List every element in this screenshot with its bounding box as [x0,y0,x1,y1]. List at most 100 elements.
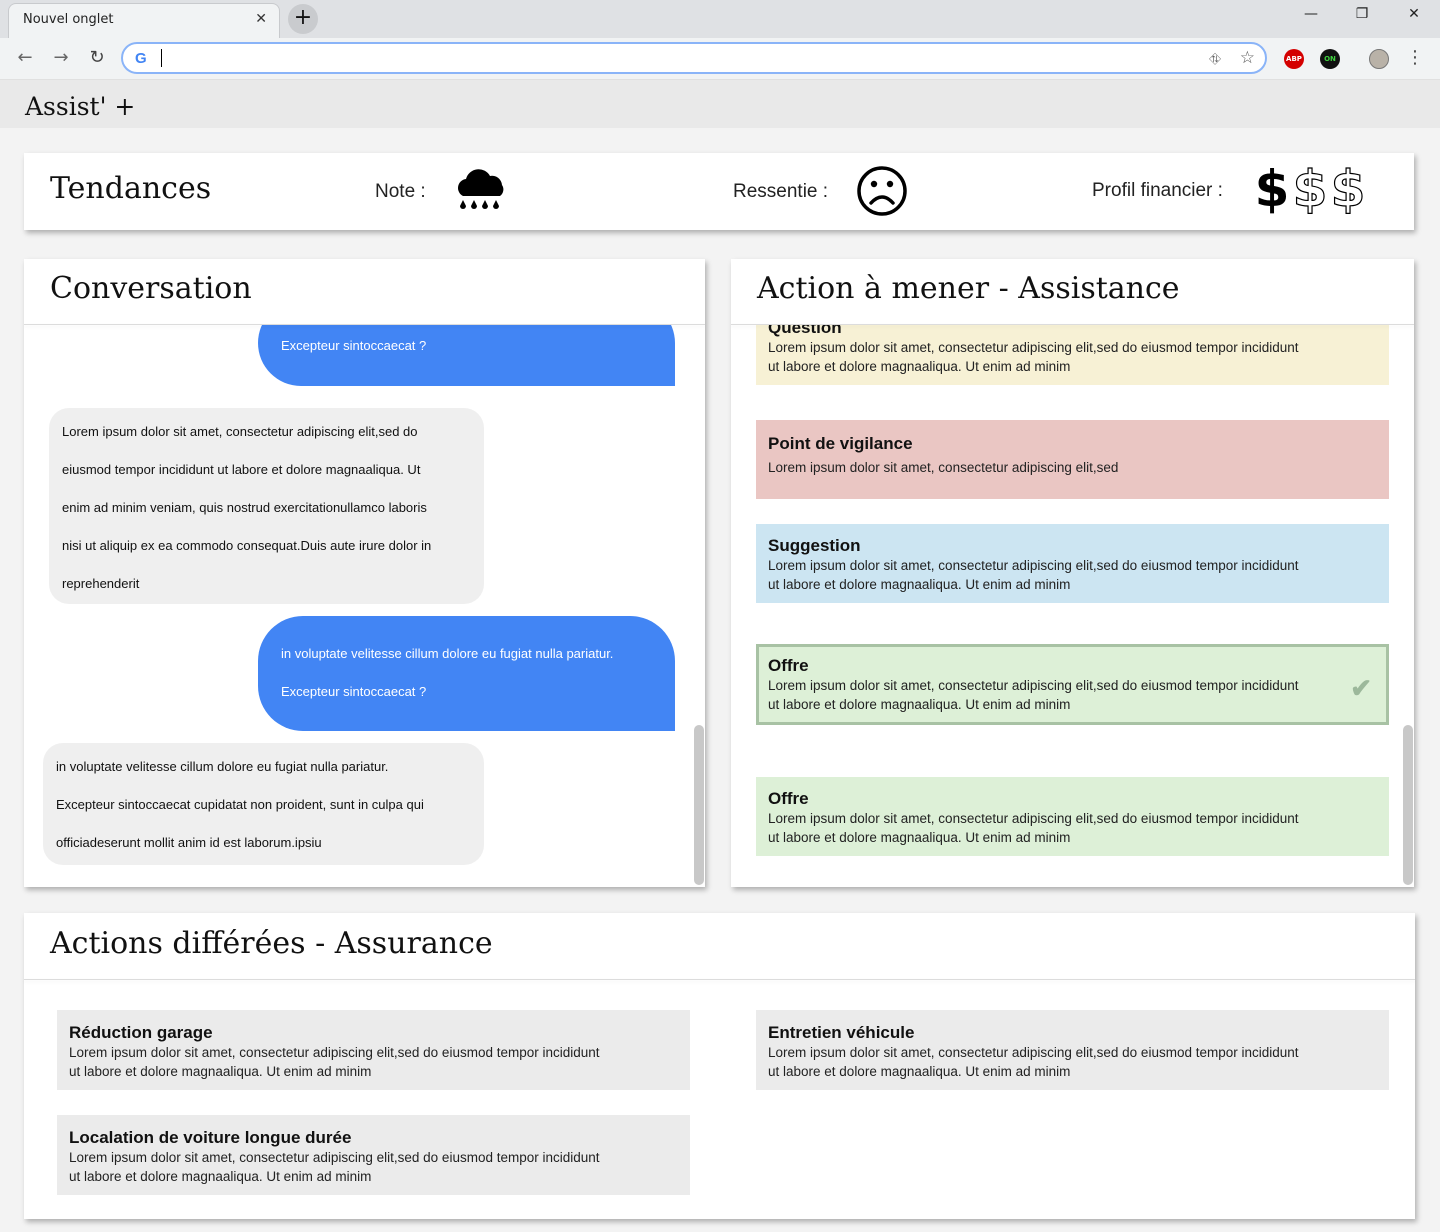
message-line: Lorem ipsum dolor sit amet, consectetur … [62,424,418,439]
action-item-title: Offre [768,789,809,808]
deferred-item-title: Entretien véhicule [768,1023,915,1042]
reload-icon[interactable]: ↻ [84,46,110,72]
translate-icon[interactable]: ⛗ [1209,50,1221,68]
deferred-header-divider [24,979,1415,980]
sad-face-icon [857,166,907,216]
minimize-button[interactable]: — [1296,6,1326,22]
app-header: Assist' + [0,80,1440,128]
deferred-title: Actions différées - Assurance [50,926,493,961]
action-item-line: Lorem ipsum dolor sit amet, consectetur … [768,678,1299,693]
text-caret [161,49,162,67]
deferred-item-text: Lorem ipsum dolor sit amet, consectetur … [768,1043,1333,1081]
action-item-title: Point de vigilance [768,434,913,453]
action-item-text: Lorem ipsum dolor sit amet, consectetur … [768,458,1333,477]
action-item-line: Lorem ipsum dolor sit amet, consectetur … [768,460,1119,475]
deferred-item-line: Lorem ipsum dolor sit amet, consectetur … [69,1045,600,1060]
deferred-item[interactable]: Entretien véhicule Lorem ipsum dolor sit … [756,1010,1389,1090]
deferred-item-title: Réduction garage [69,1023,213,1042]
actions-title: Action à mener - Assistance [757,271,1180,306]
message-bubble-agent: in voluptate velitesse cillum dolore eu … [258,616,675,731]
message-bubble-client: in voluptate velitesse cillum dolore eu … [43,743,484,865]
deferred-item-title: Localation de voiture longue durée [69,1128,352,1147]
message-line: in voluptate velitesse cillum dolore eu … [56,759,389,774]
conversation-header: Conversation [24,259,705,325]
tab-close-icon[interactable]: ✕ [255,11,267,27]
forward-icon[interactable]: → [48,46,74,72]
browser-toolbar: ← → ↻ G ⛗ ☆ ABP ON ⋮ [0,38,1440,80]
profile-avatar[interactable] [1369,49,1389,69]
deferred-item[interactable]: Réduction garage Lorem ipsum dolor sit am… [57,1010,690,1090]
profil-financier-label: Profil financier : [1092,180,1223,201]
action-item-suggestion[interactable]: Suggestion Lorem ipsum dolor sit amet, co… [756,524,1389,603]
message-line: Excepteur sintoccaecat cupidatat non pro… [56,797,424,812]
google-icon: G [135,50,147,67]
dollar-filled-icon: $ [1254,160,1290,218]
dollar-outline-icon: $ [1330,159,1366,218]
tab-title: Nouvel onglet [23,12,114,27]
conversation-card: Excepteur sintoccaecat ? Lorem ipsum dolo… [24,259,705,887]
app-title: Assist' + [25,92,136,121]
message-line: nisi ut aliquip ex ea commodo consequat.… [62,538,432,553]
message-line: in voluptate velitesse cillum dolore eu … [281,646,614,661]
ressentie-label: Ressentie : [733,181,829,202]
on-extension-icon[interactable]: ON [1320,49,1340,69]
action-item-title: Suggestion [768,536,861,555]
browser-menu-icon[interactable]: ⋮ [1402,46,1428,72]
message-line: Excepteur sintoccaecat ? [281,684,427,699]
actions-header-divider [731,324,1414,325]
action-item-title: Offre [768,656,809,675]
deferred-item[interactable]: Localation de voiture longue durée Lorem … [57,1115,690,1195]
action-item-offre[interactable]: Offre Lorem ipsum dolor sit amet, consect… [756,777,1389,856]
conversation-messages: Excepteur sintoccaecat ? Lorem ipsum dolo… [24,259,705,887]
action-item-line: ut labore et dolore magnaaliqua. Ut enim… [768,697,1071,712]
checkmark-icon[interactable]: ✔ [1350,673,1372,704]
deferred-item-line: ut labore et dolore magnaaliqua. Ut enim… [69,1169,372,1184]
deferred-item-text: Lorem ipsum dolor sit amet, consectetur … [69,1148,634,1186]
adblock-extension-icon[interactable]: ABP [1284,49,1304,69]
address-bar[interactable]: G ⛗ ☆ [121,42,1267,74]
action-item-offre[interactable]: Offre Lorem ipsum dolor sit amet, consect… [756,644,1389,725]
browser-tab[interactable]: Nouvel onglet ✕ [8,3,280,38]
action-list: Question Lorem ipsum dolor sit amet, cons… [731,259,1414,887]
deferred-item-line: ut labore et dolore magnaaliqua. Ut enim… [69,1064,372,1079]
actions-header: Action à mener - Assistance [731,259,1414,325]
window-close-button[interactable]: ✕ [1399,6,1429,22]
rain-cloud-icon [458,169,504,209]
message-line: officiadeserunt mollit anim id est labor… [56,835,322,850]
dollar-outline-icon: $ [1292,159,1328,218]
browser-tab-strip: Nouvel onglet ✕ + — ❐ ✕ [0,0,1440,38]
conversation-header-divider [24,324,705,325]
actions-card: Question Lorem ipsum dolor sit amet, cons… [731,259,1414,887]
deferred-item-line: Lorem ipsum dolor sit amet, consectetur … [69,1150,600,1165]
action-item-line: Lorem ipsum dolor sit amet, consectetur … [768,558,1299,573]
back-icon[interactable]: ← [12,46,38,72]
message-bubble-client: Lorem ipsum dolor sit amet, consectetur … [49,408,484,604]
financial-profile-rating: $$$ [1253,159,1367,219]
action-item-text: Lorem ipsum dolor sit amet, consectetur … [768,556,1333,594]
action-item-line: ut labore et dolore magnaaliqua. Ut enim… [768,359,1071,374]
deferred-card: Actions différées - Assurance Réduction … [24,913,1415,1219]
bookmark-star-icon[interactable]: ☆ [1240,48,1255,68]
note-label: Note : [375,181,426,202]
deferred-item-text: Lorem ipsum dolor sit amet, consectetur … [69,1043,634,1081]
action-item-text: Lorem ipsum dolor sit amet, consectetur … [768,338,1333,376]
new-tab-button[interactable]: + [288,4,318,34]
action-item-point-de-vigilance[interactable]: Point de vigilance Lorem ipsum dolor sit … [756,420,1389,499]
deferred-item-line: ut labore et dolore magnaaliqua. Ut enim… [768,1064,1071,1079]
action-item-line: Lorem ipsum dolor sit amet, consectetur … [768,811,1299,826]
actions-scrollbar[interactable] [1403,725,1413,885]
deferred-item-line: Lorem ipsum dolor sit amet, consectetur … [768,1045,1299,1060]
action-item-line: ut labore et dolore magnaaliqua. Ut enim… [768,830,1071,845]
restore-button[interactable]: ❐ [1347,6,1377,22]
action-item-text: Lorem ipsum dolor sit amet, consectetur … [768,809,1333,847]
message-line: eiusmod tempor incididunt ut labore et d… [62,462,421,477]
action-item-line: Lorem ipsum dolor sit amet, consectetur … [768,340,1299,355]
tendances-card: Tendances Note : Ressentie : Profil fina… [24,153,1414,230]
conversation-scrollbar[interactable] [694,725,704,885]
message-line: enim ad minim veniam, quis nostrud exerc… [62,500,427,515]
tendances-title: Tendances [50,171,212,206]
message-line: Excepteur sintoccaecat ? [281,338,427,353]
conversation-title: Conversation [50,271,252,306]
action-item-text: Lorem ipsum dolor sit amet, consectetur … [768,676,1333,714]
message-line: reprehenderit [62,576,140,591]
